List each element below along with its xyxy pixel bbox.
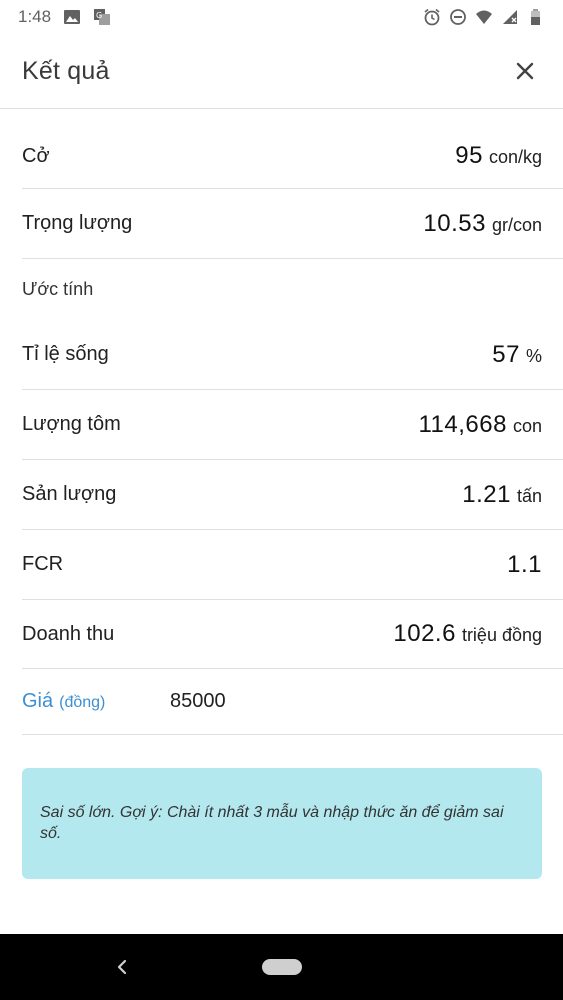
wifi-icon xyxy=(476,10,492,24)
size-label: Cở xyxy=(22,144,50,167)
size-value: 95 xyxy=(455,142,483,169)
yield-value: 1.21 xyxy=(462,480,511,508)
screen: 1:48 G Kết quả Cở 95 con/kg Trọng lượng … xyxy=(0,0,563,1000)
size-row: Cở 95 con/kg xyxy=(22,124,563,189)
image-icon xyxy=(64,10,81,24)
yield-label: Sản lượng xyxy=(22,483,117,505)
size-unit: con/kg xyxy=(488,147,542,167)
weight-value: 10.53 xyxy=(423,209,486,237)
revenue-unit: triệu đồng xyxy=(461,625,542,645)
weight-label: Trọng lượng xyxy=(22,212,133,234)
survival-value: 57 xyxy=(492,340,520,368)
signal-icon xyxy=(503,10,517,24)
header: Kết quả xyxy=(0,34,563,109)
count-value: 114,668 xyxy=(418,410,507,438)
back-icon[interactable] xyxy=(110,954,134,980)
navigation-bar xyxy=(0,934,563,1000)
count-row: Lượng tôm 114,668 con xyxy=(22,390,563,460)
fcr-label: FCR xyxy=(22,553,64,575)
price-label-group: Giá (đồng) xyxy=(22,690,170,713)
status-time: 1:48 xyxy=(18,7,52,26)
close-icon xyxy=(516,62,534,80)
survival-unit: % xyxy=(525,345,542,366)
close-button[interactable] xyxy=(509,55,541,87)
battery-icon xyxy=(531,9,540,25)
yield-unit: tấn xyxy=(516,485,542,506)
fcr-value: 1.1 xyxy=(507,550,542,578)
yield-row: Sản lượng 1.21 tấn xyxy=(22,460,563,530)
dnd-icon xyxy=(450,9,466,25)
price-row: Giá (đồng) xyxy=(22,669,563,735)
alarm-icon xyxy=(424,8,440,26)
home-button[interactable] xyxy=(262,959,302,975)
weight-row: Trọng lượng 10.53 gr/con xyxy=(22,189,563,259)
price-unit: (đồng) xyxy=(59,694,106,711)
status-bar: 1:48 G xyxy=(0,0,563,34)
svg-text:G: G xyxy=(96,11,102,20)
fcr-row: FCR 1.1 xyxy=(22,530,563,600)
revenue-row: Doanh thu 102.6 triệu đồng xyxy=(22,600,563,669)
count-label: Lượng tôm xyxy=(22,413,121,435)
translate-icon: G xyxy=(94,9,111,25)
survival-label: Tỉ lệ sống xyxy=(22,343,109,365)
estimate-section-label: Ước tính xyxy=(22,279,94,299)
error-hint-note: Sai số lớn. Gợi ý: Chài ít nhất 3 mẫu và… xyxy=(22,768,542,879)
revenue-label: Doanh thu xyxy=(22,622,115,645)
price-label: Giá xyxy=(22,690,54,712)
count-unit: con xyxy=(512,415,542,436)
survival-row: Tỉ lệ sống 57 % xyxy=(22,320,563,390)
price-input[interactable] xyxy=(170,690,370,713)
revenue-value: 102.6 xyxy=(393,620,456,647)
page-title: Kết quả xyxy=(22,56,110,85)
weight-unit: gr/con xyxy=(491,214,542,235)
